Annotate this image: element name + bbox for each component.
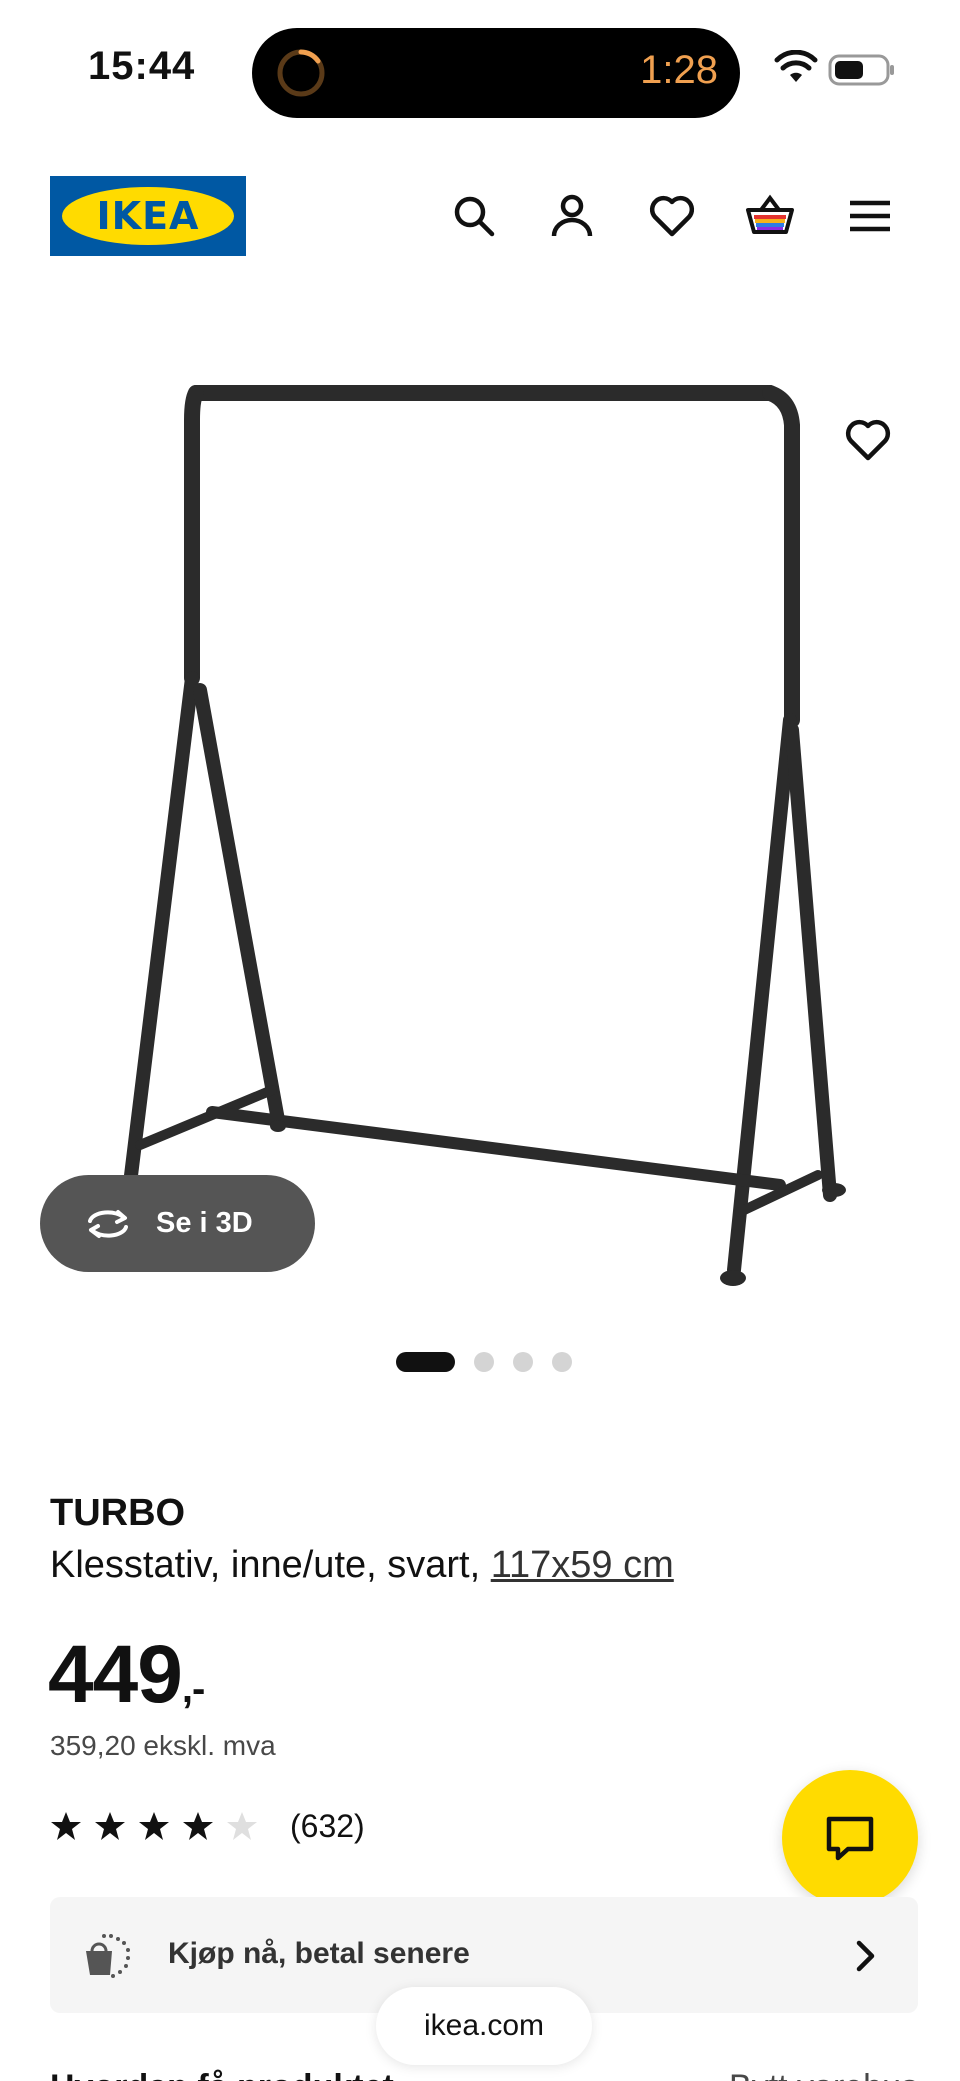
carousel-dot[interactable] — [474, 1352, 494, 1372]
product-size-link[interactable]: 117x59 cm — [491, 1544, 674, 1586]
review-count: (632) — [290, 1807, 365, 1844]
carousel-dot[interactable] — [513, 1352, 533, 1372]
product-name: TURBO — [50, 1492, 186, 1534]
status-bar: 15:44 1:28 — [0, 0, 960, 140]
view-in-3d-label: Se i 3D — [156, 1207, 253, 1239]
browser-url: ikea.com — [423, 2009, 545, 2042]
price-value: 449 — [48, 1629, 183, 1720]
carousel-dot[interactable] — [552, 1352, 572, 1372]
rotate-3d-icon — [88, 1209, 128, 1238]
site-header: IKEA — [0, 170, 960, 260]
timer-text: 1:28 — [640, 48, 718, 92]
product-description: Klesstativ, inne/ute, svart, 117x59 cm — [50, 1544, 674, 1587]
carousel-dots — [396, 1352, 591, 1372]
search-icon[interactable] — [448, 190, 500, 242]
wifi-icon — [774, 50, 818, 82]
battery-icon — [828, 54, 894, 86]
basket-icon[interactable] — [744, 190, 796, 242]
logo-text: IKEA — [96, 194, 200, 238]
product-rating[interactable]: (632) — [50, 1804, 365, 1848]
price-suffix: ,- — [181, 1667, 205, 1711]
star-icon — [51, 1812, 81, 1840]
star-icon — [95, 1812, 125, 1840]
price-excl-vat: 359,20 ekskl. mva — [50, 1730, 276, 1761]
star-empty-icon — [227, 1812, 257, 1840]
timer-ring-icon — [277, 49, 325, 97]
delivery-title: Hvordan få produktet — [50, 2068, 394, 2081]
pay-later-label: Kjøp nå, betal senere — [168, 1937, 470, 1970]
menu-icon[interactable] — [844, 190, 896, 242]
browser-url-pill[interactable]: ikea.com — [376, 1987, 592, 2065]
product-price: 449,- — [48, 1628, 205, 1722]
account-icon[interactable] — [546, 190, 598, 242]
star-icon — [139, 1812, 169, 1840]
bag-icon — [86, 1934, 130, 1978]
carousel-dot[interactable] — [396, 1352, 455, 1372]
star-icon — [183, 1812, 213, 1840]
chevron-right-icon — [856, 1940, 875, 1972]
status-time: 15:44 — [88, 44, 196, 88]
chat-button[interactable] — [782, 1770, 918, 1906]
favourite-heart-icon[interactable] — [842, 414, 894, 466]
view-in-3d-button[interactable]: Se i 3D — [40, 1175, 315, 1272]
change-store-link[interactable]: Bytt varehus — [729, 2068, 918, 2081]
chat-icon — [826, 1816, 874, 1861]
product-image[interactable] — [0, 330, 960, 1320]
ikea-logo[interactable]: IKEA — [50, 176, 246, 256]
heart-icon[interactable] — [646, 190, 698, 242]
product-description-text: Klesstativ, inne/ute, svart, — [50, 1544, 491, 1586]
dynamic-island[interactable]: 1:28 — [252, 28, 740, 118]
